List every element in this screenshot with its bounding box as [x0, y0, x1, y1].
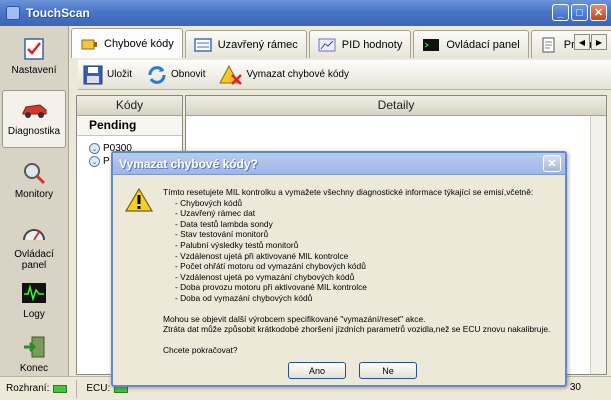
tab-label: Chybové kódy	[104, 37, 174, 50]
document-icon	[542, 37, 555, 52]
ecu-label: ECU:	[86, 383, 111, 394]
dialog-list-item: - Palubní výsledky testů monitorů	[175, 239, 299, 250]
status-value: 30	[569, 382, 581, 393]
sidebar-item-label: Monitory	[14, 189, 54, 200]
refresh-label: Obnovit	[171, 69, 206, 80]
pending-section[interactable]: Pending	[77, 116, 182, 136]
chevron-down-icon: ⌄	[89, 156, 100, 167]
window-title: TouchScan	[26, 6, 90, 20]
minimize-button[interactable]: _	[552, 4, 569, 21]
interface-label: Rozhraní:	[6, 383, 50, 394]
dialog-list-item: - Počet ohřátí motoru od vymazání chybov…	[175, 261, 366, 272]
dialog-list-item: - Uzavřený rámec dat	[175, 208, 256, 219]
toolbar: Uložit Obnovit Vymazat chybové kódy	[78, 60, 611, 90]
tab-uzavreny-ramec[interactable]: Uzavřený rámec	[184, 30, 307, 58]
tab-label: PID hodnoty	[341, 38, 403, 51]
checklist-icon	[20, 36, 48, 62]
dialog-intro: Tímto resetujete MIL kontrolku a vymažet…	[163, 187, 534, 197]
gauge-icon	[20, 220, 48, 246]
clear-codes-button[interactable]: Vymazat chybové kódy	[219, 64, 349, 86]
frame-icon	[193, 37, 212, 52]
sidebar-item-nastaveni[interactable]: Nastavení	[2, 30, 66, 88]
sidebar-item-label: Konec	[19, 363, 49, 374]
yes-button[interactable]: Ano	[288, 362, 346, 379]
terminal-icon	[423, 38, 440, 51]
warning-x-icon	[219, 64, 243, 85]
save-label: Uložit	[107, 69, 133, 80]
sidebar-item-label: Ovládací panel	[14, 249, 54, 271]
magnifier-icon	[20, 160, 48, 186]
code-label: P	[103, 156, 110, 167]
dialog-question: Chcete pokračovat?	[163, 344, 238, 355]
tab-scroll-buttons: ◀ ▶	[574, 34, 607, 50]
sidebar-item-label: Nastavení	[11, 65, 57, 76]
save-button[interactable]: Uložit	[82, 64, 132, 86]
sidebar-item-ovladaci-panel[interactable]: Ovládací panel	[2, 214, 66, 276]
chart-icon	[318, 38, 336, 51]
divider	[76, 379, 78, 398]
car-icon	[20, 97, 48, 123]
tab-bar: Chybové kódy Uzavřený rámec PID hodnoty …	[71, 28, 611, 58]
sidebar-item-monitory[interactable]: Monitory	[2, 154, 66, 212]
sidebar-item-diagnostika[interactable]: Diagnostika	[2, 90, 66, 148]
window-controls: _ □ ✕	[552, 4, 607, 21]
chevron-down-icon: ⌄	[89, 143, 100, 154]
interface-status-led	[53, 384, 68, 393]
refresh-button[interactable]: Obnovit	[146, 64, 205, 86]
clear-codes-label: Vymazat chybové kódy	[246, 69, 349, 80]
confirm-dialog: Vymazat chybové kódy? ✕ Tímto resetujete…	[111, 151, 567, 387]
details-header: Detaily	[186, 96, 606, 116]
dialog-note: Ztráta dat může způsobit krátkodobé zhor…	[163, 324, 551, 335]
waveform-icon	[20, 280, 48, 306]
dialog-list-item: - Stav testování monitorů	[175, 229, 269, 240]
close-button[interactable]: ✕	[590, 4, 607, 21]
dialog-list-item: - Data testů lambda sondy	[175, 218, 273, 229]
dialog-list-item: - Doba provozu motoru při aktivované MIL…	[175, 282, 367, 293]
refresh-icon	[148, 65, 166, 84]
dialog-note: Mohou se objevit další výrobcem specifik…	[163, 313, 426, 324]
sidebar-item-logy[interactable]: Logy	[2, 274, 66, 332]
app-icon	[6, 6, 20, 20]
codes-header: Kódy	[77, 96, 182, 116]
title-bar: TouchScan _ □ ✕	[0, 0, 611, 26]
tab-chybove-kody[interactable]: Chybové kódy	[71, 28, 183, 58]
engine-icon	[81, 39, 97, 49]
dialog-title: Vymazat chybové kódy?	[119, 156, 258, 171]
floppy-icon	[83, 65, 103, 84]
dialog-buttons: Ano Ne	[288, 362, 417, 379]
maximize-button[interactable]: □	[571, 4, 588, 21]
dialog-list-item: - Vzdálenost ujetá při aktivované MIL ko…	[175, 250, 349, 261]
sidebar: Nastavení Diagnostika Monitory Ovládací …	[0, 26, 69, 376]
dialog-close-button[interactable]: ✕	[543, 155, 561, 172]
tab-scroll-left-button[interactable]: ◀	[574, 34, 590, 50]
tab-scroll-right-button[interactable]: ▶	[591, 34, 607, 50]
sidebar-item-label: Diagnostika	[7, 126, 61, 137]
tab-label: Uzavřený rámec	[217, 38, 298, 51]
no-button[interactable]: Ne	[359, 362, 417, 379]
dialog-list-item: - Chybových kódů	[175, 197, 243, 208]
tab-pid-hodnoty[interactable]: PID hodnoty	[308, 30, 412, 58]
details-scrollbar[interactable]	[590, 116, 606, 374]
dialog-title-bar: Vymazat chybové kódy?	[113, 153, 565, 175]
dialog-list-item: - Vzdálenost ujetá po vymazání chybových…	[175, 271, 355, 282]
dialog-message: Tímto resetujete MIL kontrolku a vymažet…	[163, 187, 559, 355]
warning-icon	[125, 187, 153, 212]
exit-icon	[20, 334, 48, 360]
sidebar-item-label: Logy	[23, 309, 45, 320]
tab-ovladaci-panel[interactable]: Ovládací panel	[413, 30, 529, 58]
tab-label: Ovládací panel	[446, 38, 520, 51]
dialog-list-item: - Doba od vymazání chybových kódů	[175, 292, 313, 303]
